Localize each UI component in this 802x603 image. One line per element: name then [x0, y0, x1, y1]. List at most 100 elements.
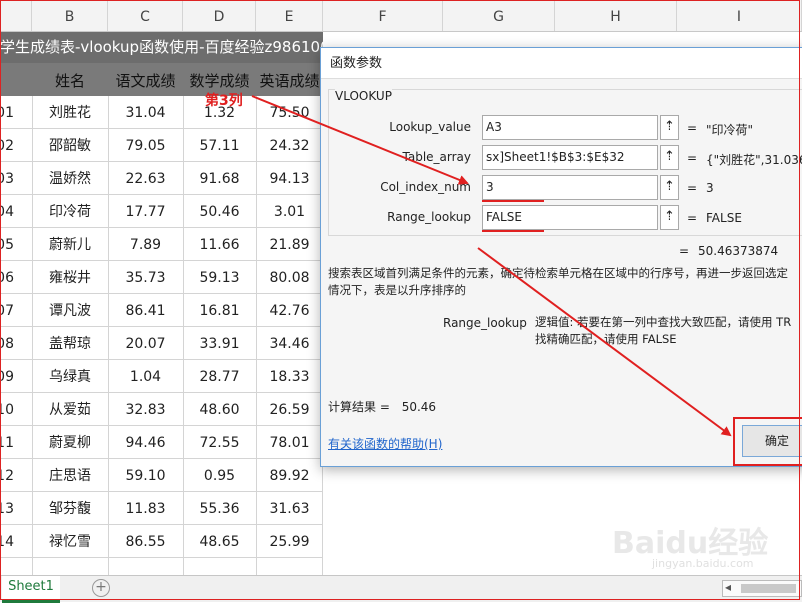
row-number-cell[interactable]: 05 — [0, 228, 14, 262]
row-number-cell[interactable]: 03 — [0, 162, 14, 196]
english-score-cell[interactable]: 75.50 — [256, 96, 323, 130]
math-score-cell[interactable]: 11.66 — [183, 228, 256, 262]
name-cell[interactable]: 谭凡波 — [32, 294, 108, 328]
math-score-cell[interactable]: 48.65 — [183, 525, 256, 559]
ref-collapse-icon[interactable]: ⇡ — [660, 145, 679, 170]
row-number-cell[interactable]: 10 — [0, 393, 14, 427]
col-header-f[interactable]: F — [323, 0, 443, 31]
lookup-value-input[interactable]: A3 — [482, 115, 658, 140]
chinese-score-cell[interactable]: 7.89 — [108, 228, 183, 262]
tab-sheet1[interactable]: Sheet1 — [2, 576, 60, 603]
table-row: 13 邹芬馥 11.83 55.36 31.63 — [0, 492, 323, 525]
chinese-score-cell[interactable]: 31.04 — [108, 96, 183, 130]
col-header-h[interactable]: H — [555, 0, 677, 31]
math-score-cell[interactable]: 16.81 — [183, 294, 256, 328]
row-number-cell[interactable]: 01 — [0, 96, 14, 130]
row-number-cell[interactable]: 07 — [0, 294, 14, 328]
row-number-cell[interactable]: 14 — [0, 525, 14, 559]
name-cell[interactable]: 从爱茹 — [32, 393, 108, 427]
chinese-score-cell[interactable]: 17.77 — [108, 195, 183, 229]
english-score-cell[interactable]: 26.59 — [256, 393, 323, 427]
row-number-cell[interactable]: 13 — [0, 492, 14, 526]
math-score-cell[interactable]: 28.77 — [183, 360, 256, 394]
english-score-cell[interactable]: 21.89 — [256, 228, 323, 262]
row-number-cell[interactable]: 04 — [0, 195, 14, 229]
name-cell[interactable]: 蔚新儿 — [32, 228, 108, 262]
scroll-left-icon[interactable]: ◂ — [725, 580, 731, 594]
name-cell[interactable]: 蔚夏柳 — [32, 426, 108, 460]
range-lookup-input[interactable]: FALSE — [482, 205, 658, 230]
name-cell[interactable]: 邹芬馥 — [32, 492, 108, 526]
english-score-cell[interactable]: 3.01 — [256, 195, 323, 229]
math-score-cell[interactable]: 91.68 — [183, 162, 256, 196]
row-number-cell[interactable]: 09 — [0, 360, 14, 394]
col-header-a[interactable] — [0, 0, 32, 31]
chinese-score-cell[interactable]: 11.83 — [108, 492, 183, 526]
name-cell[interactable]: 刘胜花 — [32, 96, 108, 130]
col-header-d[interactable]: D — [183, 0, 256, 31]
name-cell[interactable]: 邵韶敏 — [32, 129, 108, 163]
chinese-score-cell[interactable]: 86.55 — [108, 525, 183, 559]
ref-collapse-icon[interactable]: ⇡ — [660, 175, 679, 200]
math-score-cell[interactable]: 55.36 — [183, 492, 256, 526]
name-cell[interactable]: 盖帮琼 — [32, 327, 108, 361]
row-number-cell[interactable]: 08 — [0, 327, 14, 361]
row-number-cell[interactable]: 02 — [0, 129, 14, 163]
horizontal-scrollbar[interactable]: ◂ — [722, 580, 802, 597]
add-sheet-button[interactable]: + — [92, 579, 110, 597]
english-score-cell[interactable]: 94.13 — [256, 162, 323, 196]
name-cell[interactable]: 庄思语 — [32, 459, 108, 493]
chinese-score-cell[interactable]: 94.46 — [108, 426, 183, 460]
math-score-cell[interactable]: 33.91 — [183, 327, 256, 361]
english-score-cell[interactable]: 34.46 — [256, 327, 323, 361]
row-number-cell[interactable]: 06 — [0, 261, 14, 295]
english-score-cell[interactable]: 31.63 — [256, 492, 323, 526]
help-link[interactable]: 有关该函数的帮助(H) — [328, 435, 442, 452]
row-number-cell[interactable]: 11 — [0, 426, 14, 460]
ref-collapse-icon[interactable]: ⇡ — [660, 205, 679, 230]
ref-collapse-icon[interactable]: ⇡ — [660, 115, 679, 140]
chinese-score-cell[interactable]: 59.10 — [108, 459, 183, 493]
name-cell[interactable]: 温娇然 — [32, 162, 108, 196]
chinese-score-cell[interactable]: 22.63 — [108, 162, 183, 196]
math-score-cell[interactable]: 48.60 — [183, 393, 256, 427]
ok-button[interactable]: 确定 — [742, 425, 802, 457]
english-score-cell[interactable]: 80.08 — [256, 261, 323, 295]
table-row: 07 谭凡波 86.41 16.81 42.76 — [0, 294, 323, 327]
math-score-cell[interactable]: 59.13 — [183, 261, 256, 295]
english-score-cell[interactable]: 25.99 — [256, 525, 323, 559]
chinese-score-cell[interactable]: 32.83 — [108, 393, 183, 427]
row-number-cell[interactable]: 12 — [0, 459, 14, 493]
chinese-score-cell[interactable]: 79.05 — [108, 129, 183, 163]
col-header-e[interactable]: E — [256, 0, 323, 31]
header-english[interactable]: 英语成绩 — [256, 63, 323, 99]
chinese-score-cell[interactable]: 20.07 — [108, 327, 183, 361]
math-score-cell[interactable]: 72.55 — [183, 426, 256, 460]
english-score-cell[interactable]: 18.33 — [256, 360, 323, 394]
sheet-title-cell[interactable]: 学生成绩表-vlookup函数使用-百度经验z9861000 — [0, 32, 323, 63]
name-cell[interactable]: 雍桜井 — [32, 261, 108, 295]
col-header-g[interactable]: G — [443, 0, 555, 31]
math-score-cell[interactable]: 57.11 — [183, 129, 256, 163]
chinese-score-cell[interactable]: 86.41 — [108, 294, 183, 328]
col-header-c[interactable]: C — [108, 0, 183, 31]
grid-line — [108, 96, 109, 575]
table-array-input[interactable]: sx]Sheet1!$B$3:$E$32 — [482, 145, 658, 170]
col-header-i[interactable]: I — [677, 0, 802, 31]
english-score-cell[interactable]: 24.32 — [256, 129, 323, 163]
chinese-score-cell[interactable]: 35.73 — [108, 261, 183, 295]
chinese-score-cell[interactable]: 1.04 — [108, 360, 183, 394]
english-score-cell[interactable]: 78.01 — [256, 426, 323, 460]
col-header-b[interactable]: B — [32, 0, 108, 31]
col-index-input[interactable]: 3 — [482, 175, 658, 200]
scroll-thumb[interactable] — [741, 584, 796, 593]
header-chinese[interactable]: 语文成绩 — [108, 63, 183, 99]
name-cell[interactable]: 乌绿真 — [32, 360, 108, 394]
name-cell[interactable]: 印冷荷 — [32, 195, 108, 229]
name-cell[interactable]: 禄忆雪 — [32, 525, 108, 559]
math-score-cell[interactable]: 0.95 — [183, 459, 256, 493]
math-score-cell[interactable]: 50.46 — [183, 195, 256, 229]
english-score-cell[interactable]: 89.92 — [256, 459, 323, 493]
header-name[interactable]: 姓名 — [32, 63, 108, 99]
english-score-cell[interactable]: 42.76 — [256, 294, 323, 328]
